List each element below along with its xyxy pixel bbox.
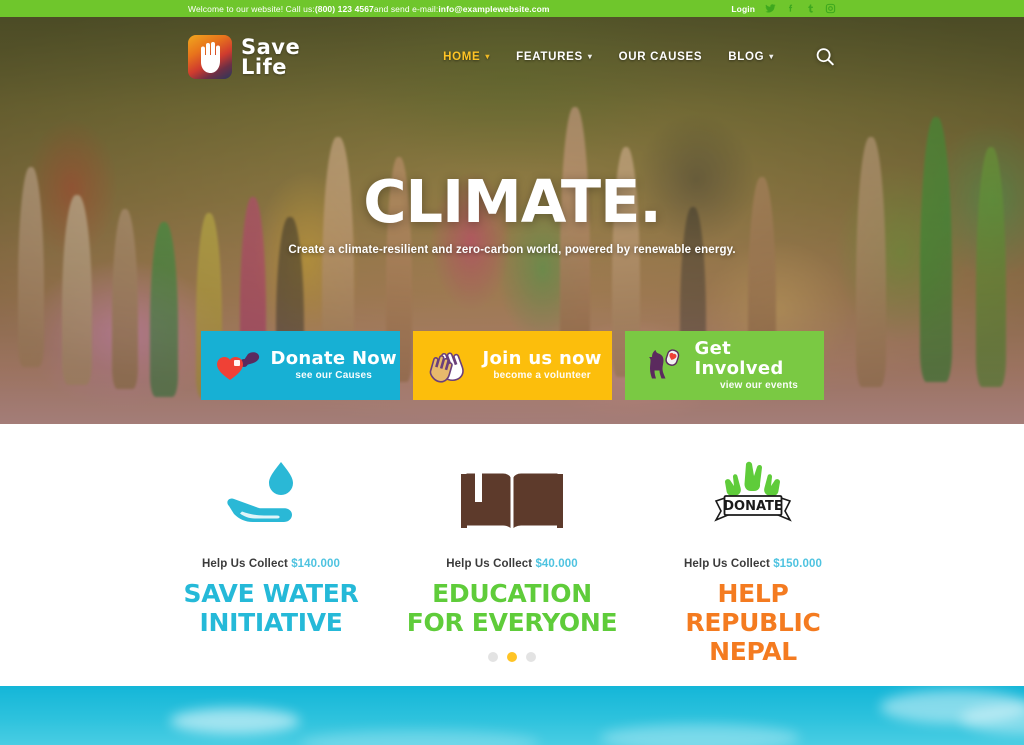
join-us-now-button[interactable]: Join us now become a volunteer <box>412 331 612 400</box>
donate-banner-text: DONATE <box>723 499 783 514</box>
nav-label-blog: BLOG <box>728 51 765 63</box>
instagram-icon[interactable] <box>825 3 836 14</box>
causes-grid: Help Us Collect $140.000 SAVE WATER INIT… <box>0 452 1024 666</box>
logo-text: Save Life <box>241 35 301 79</box>
donate-now-button[interactable]: Donate Now see our Causes <box>200 331 400 400</box>
nav-label-home: HOME <box>443 51 481 63</box>
cloud-shape <box>300 730 540 745</box>
page-root: Welcome to our website! Call us: (800) 1… <box>0 0 1024 745</box>
nav-item-our-causes[interactable]: OUR CAUSES <box>619 51 703 63</box>
cause-title-line-2: INITIATIVE <box>199 608 343 637</box>
cause-card-nepal[interactable]: DONATE Help Us Collect $150.000 HELP REP… <box>647 452 860 666</box>
cause-title-line-1: SAVE WATER <box>183 579 359 608</box>
chevron-down-icon: ▾ <box>485 52 491 61</box>
carousel-dot-3[interactable] <box>526 652 536 662</box>
cloud-shape <box>170 708 300 734</box>
collect-prefix: Help Us Collect <box>684 558 774 570</box>
join-us-now-text: Join us now become a volunteer <box>482 347 602 383</box>
open-book-icon <box>457 452 567 540</box>
join-us-now-title: Join us now <box>482 347 602 369</box>
causes-carousel-section: Help Us Collect $140.000 SAVE WATER INIT… <box>0 424 1024 686</box>
get-involved-subtitle: view our events <box>719 379 799 391</box>
sky-section <box>0 686 1024 745</box>
top-bar-right: Login <box>731 0 836 17</box>
donate-now-subtitle: see our Causes <box>295 369 373 381</box>
get-involved-title: Get Involved <box>694 337 784 379</box>
login-link[interactable]: Login <box>731 4 755 14</box>
cause-title: EDUCATION FOR EVERYONE <box>407 579 618 637</box>
carousel-dot-1[interactable] <box>488 652 498 662</box>
logo-line-2: Life <box>241 55 287 79</box>
hero-title: CLIMATE. <box>363 167 662 236</box>
cause-amount: $140.000 <box>291 558 340 570</box>
top-contact-text: Welcome to our website! Call us: (800) 1… <box>188 4 550 14</box>
cause-collect-label: Help Us Collect $40.000 <box>446 558 577 570</box>
cause-collect-label: Help Us Collect $150.000 <box>684 558 822 570</box>
carousel-dots <box>0 652 1024 662</box>
nav-label-features: FEATURES <box>516 51 583 63</box>
join-us-now-subtitle: become a volunteer <box>493 369 591 381</box>
cause-amount: $150.000 <box>773 558 822 570</box>
cause-card-save-water[interactable]: Help Us Collect $140.000 SAVE WATER INIT… <box>165 452 378 666</box>
get-involved-text: Get Involved view our events <box>694 337 824 393</box>
get-involved-button[interactable]: Get Involved view our events <box>624 331 824 400</box>
social-links <box>765 3 836 14</box>
site-logo[interactable]: Save Life <box>188 35 300 79</box>
facebook-icon[interactable] <box>785 3 796 14</box>
welcome-text: Welcome to our website! Call us: <box>188 3 315 14</box>
welcome-text-middle: and send e-mail: <box>373 3 439 14</box>
hand-logo-icon <box>188 35 232 79</box>
donate-now-text: Donate Now see our Causes <box>270 347 397 383</box>
cloud-shape <box>600 724 800 745</box>
water-drop-hand-icon <box>211 452 331 540</box>
email-link[interactable]: info@examplewebsite.com <box>438 4 549 14</box>
chevron-down-icon: ▾ <box>769 52 774 61</box>
main-navigation: HOME ▾ FEATURES ▾ OUR CAUSES BLOG ▾ <box>443 46 836 68</box>
top-announcement-bar: Welcome to our website! Call us: (800) 1… <box>0 0 1024 17</box>
clapping-hands-icon <box>425 342 475 390</box>
nav-item-home[interactable]: HOME ▾ <box>443 51 490 63</box>
phone-number[interactable]: (800) 123 4567 <box>315 4 374 14</box>
search-icon[interactable] <box>814 46 836 68</box>
nav-item-features[interactable]: FEATURES ▾ <box>516 51 592 63</box>
hero-banner: Save Life HOME ▾ FEATURES ▾ OUR CAUSES B… <box>0 17 1024 424</box>
tumblr-icon[interactable] <box>805 3 816 14</box>
hero-subtitle: Create a climate-resilient and zero-carb… <box>288 244 736 256</box>
cause-title: SAVE WATER INITIATIVE <box>183 579 358 637</box>
cause-title-line-1: HELP REPUBLIC <box>685 579 821 637</box>
donate-now-title: Donate Now <box>270 347 397 369</box>
collect-prefix: Help Us Collect <box>202 558 292 570</box>
cause-title-line-2: FOR EVERYONE <box>406 608 618 637</box>
carousel-dot-2[interactable] <box>507 652 517 662</box>
nav-label-our-causes: OUR CAUSES <box>618 51 703 63</box>
dog-tag-icon <box>637 342 687 390</box>
cause-collect-label: Help Us Collect $140.000 <box>202 558 340 570</box>
cause-amount: $40.000 <box>535 558 578 570</box>
nav-item-blog[interactable]: BLOG ▾ <box>728 51 774 63</box>
hero-cta-row: Donate Now see our Causes Join us now be… <box>0 331 1024 400</box>
collect-prefix: Help Us Collect <box>446 558 536 570</box>
cause-card-education[interactable]: Help Us Collect $40.000 EDUCATION FOR EV… <box>406 452 619 666</box>
donate-banner-hands-icon: DONATE <box>694 452 812 540</box>
site-header: Save Life HOME ▾ FEATURES ▾ OUR CAUSES B… <box>0 17 1024 97</box>
heart-hand-icon <box>213 342 263 390</box>
chevron-down-icon: ▾ <box>587 52 593 61</box>
twitter-icon[interactable] <box>765 3 776 14</box>
cause-title-line-1: EDUCATION <box>432 579 592 608</box>
logo-line-1: Save <box>241 35 301 59</box>
